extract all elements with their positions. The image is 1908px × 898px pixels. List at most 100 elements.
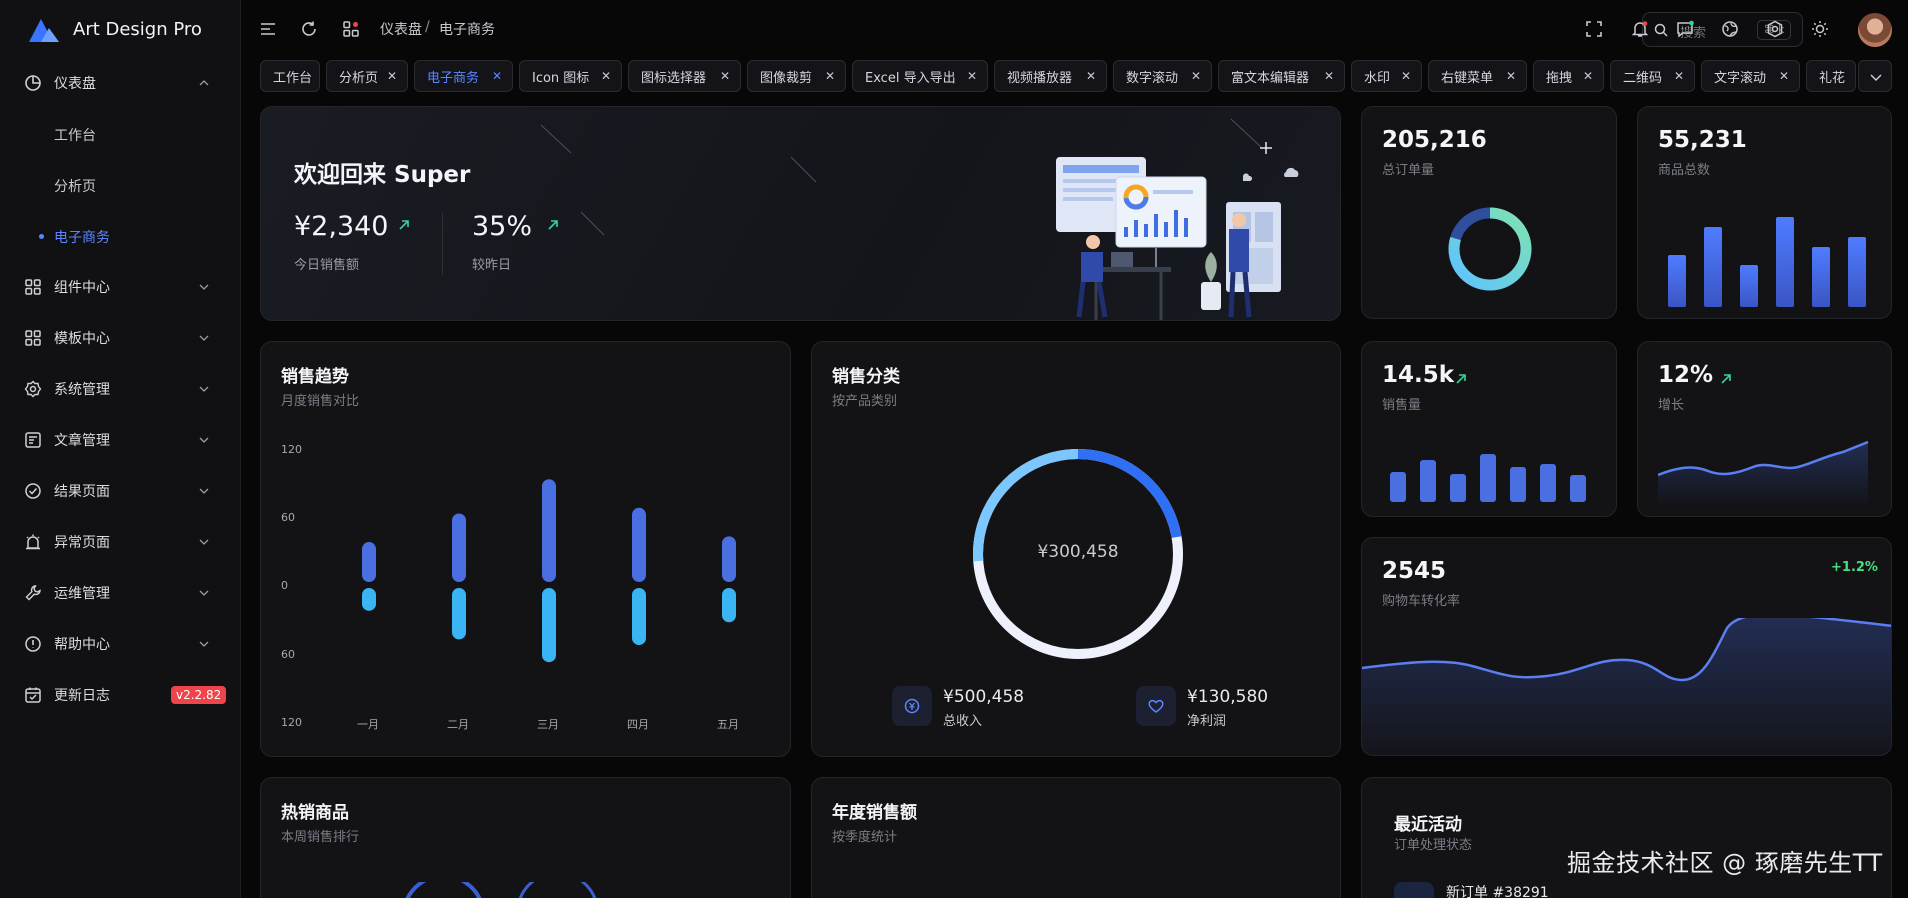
sidebar-item-components[interactable]: 组件中心 (0, 266, 241, 308)
tab-ecommerce[interactable]: 电子商务 ✕ (414, 60, 513, 92)
menu-toggle-icon[interactable] (259, 20, 277, 38)
sales-category-title: 销售分类 (832, 367, 900, 387)
info-circle-icon (25, 636, 41, 652)
profit-label: 净利润 (1187, 714, 1227, 729)
arrow-up-right-icon (1721, 374, 1731, 384)
close-icon[interactable]: ✕ (1401, 69, 1411, 83)
sidebar-subitem-analysis[interactable]: 分析页 (0, 164, 241, 206)
sidebar-item-exceptions[interactable]: 异常页面 (0, 521, 241, 563)
sidebar-item-label: 运维管理 (54, 586, 110, 602)
sidebar-item-ops[interactable]: 运维管理 (0, 572, 241, 614)
refresh-icon[interactable] (300, 20, 318, 38)
fullscreen-icon[interactable] (1585, 20, 1603, 38)
products-label: 商品总数 (1658, 163, 1711, 178)
orders-value: 205,216 (1382, 127, 1487, 153)
chevron-down-icon (199, 641, 209, 647)
language-icon[interactable] (1721, 20, 1739, 38)
today-sales-value: ¥2,340 (294, 211, 389, 242)
trend-bar-一月-1 (362, 588, 376, 611)
trend-bar-五月-1 (722, 588, 736, 623)
chat-icon[interactable] (1676, 20, 1694, 38)
chevron-down-icon (199, 386, 209, 392)
cart-value: 2545 (1382, 558, 1447, 584)
growth-card-label: 增长 (1658, 398, 1685, 413)
close-icon[interactable]: ✕ (387, 69, 397, 83)
donut-center-value: ¥300,458 (1037, 542, 1119, 562)
tab-context-menu[interactable]: 右键菜单 ✕ (1428, 60, 1527, 92)
orders-card: 205,216 总订单量 (1361, 106, 1617, 319)
profit-icon-box (1136, 686, 1176, 726)
sidebar-item-templates[interactable]: 模板中心 (0, 317, 241, 359)
cart-conversion-card: 2545 购物车转化率 +1.2% (1361, 537, 1892, 756)
trend-bar-二月-0 (452, 513, 466, 582)
tab-analysis[interactable]: 分析页 ✕ (326, 60, 408, 92)
tab-text-scroll[interactable]: 文字滚动 ✕ (1701, 60, 1800, 92)
growth-card-value: 12% (1658, 362, 1714, 388)
sidebar-item-help[interactable]: 帮助中心 (0, 623, 241, 665)
activity-item-title[interactable]: 新订单 #38291 (1446, 882, 1549, 898)
close-icon[interactable]: ✕ (720, 69, 730, 83)
tab-rich-editor[interactable]: 富文本编辑器 ✕ (1218, 60, 1345, 92)
sales-volume-label: 销售量 (1382, 398, 1422, 413)
sidebar-item-articles[interactable]: 文章管理 (0, 419, 241, 461)
avatar[interactable] (1858, 13, 1892, 47)
tab-workbench[interactable]: 工作台 (260, 60, 320, 92)
products-bar-chart (1668, 217, 1866, 307)
close-icon[interactable]: ✕ (825, 69, 835, 83)
today-sales-label: 今日销售额 (294, 258, 360, 273)
arrow-up-right-icon (1456, 374, 1466, 384)
heart-icon (1148, 699, 1164, 713)
sidebar-item-system[interactable]: 系统管理 (0, 368, 241, 410)
tab-fireworks[interactable]: 礼花 (1806, 60, 1856, 92)
sidebar-item-label: 仪表盘 (54, 76, 96, 92)
apps-icon[interactable] (342, 20, 360, 38)
active-dot (39, 234, 44, 239)
chevron-up-icon (199, 80, 209, 86)
close-icon[interactable]: ✕ (1191, 69, 1201, 83)
sidebar-item-label: 异常页面 (54, 535, 110, 551)
chevron-down-icon (199, 335, 209, 341)
close-icon[interactable]: ✕ (601, 69, 611, 83)
orders-label: 总订单量 (1382, 163, 1435, 178)
sidebar-item-label: 文章管理 (54, 433, 110, 449)
welcome-card: 欢迎回来 Super ¥2,340 今日销售额 35% 较昨日 (260, 106, 1341, 321)
bell-icon[interactable] (1631, 20, 1649, 38)
hot-products-subtitle: 本周销售排行 (281, 830, 360, 845)
tab-qrcode[interactable]: 二维码 ✕ (1610, 60, 1695, 92)
sun-icon[interactable] (1811, 20, 1829, 38)
sidebar-subitem-workbench[interactable]: 工作台 (0, 113, 241, 155)
tab-count-to[interactable]: 数字滚动 ✕ (1113, 60, 1212, 92)
close-icon[interactable]: ✕ (1779, 69, 1789, 83)
close-icon[interactable]: ✕ (1583, 69, 1593, 83)
tab-more-button[interactable] (1858, 60, 1892, 92)
chevron-down-icon (199, 539, 209, 545)
chevron-down-icon (199, 488, 209, 494)
sidebar-item-label: 组件中心 (54, 280, 110, 296)
settings-icon[interactable] (1766, 20, 1784, 38)
tab-drag[interactable]: 拖拽 ✕ (1533, 60, 1604, 92)
tab-image-crop[interactable]: 图像裁剪 ✕ (747, 60, 846, 92)
annual-sales-title: 年度销售额 (832, 803, 917, 823)
tab-watermark[interactable]: 水印 ✕ (1351, 60, 1422, 92)
close-icon[interactable]: ✕ (967, 69, 977, 83)
close-icon[interactable]: ✕ (1506, 69, 1516, 83)
close-icon[interactable]: ✕ (1324, 69, 1334, 83)
sidebar-item-label: 模板中心 (54, 331, 110, 347)
sidebar-item-results[interactable]: 结果页面 (0, 470, 241, 512)
trend-bar-三月-1 (542, 588, 556, 663)
sidebar-item-changelog[interactable]: 更新日志 v2.2.82 (0, 674, 241, 716)
hot-products-card: 热销商品 本周销售排行 (260, 777, 791, 898)
growth-card: 12% 增长 (1637, 341, 1892, 517)
calendar-check-icon (25, 687, 41, 703)
tab-icon-picker[interactable]: 图标选择器 ✕ (628, 60, 741, 92)
sidebar-subitem-ecommerce[interactable]: 电子商务 (0, 215, 241, 257)
close-icon[interactable]: ✕ (492, 69, 502, 83)
breadcrumb-item[interactable]: 仪表盘 (380, 19, 422, 39)
close-icon[interactable]: ✕ (1086, 69, 1096, 83)
close-icon[interactable]: ✕ (1674, 69, 1684, 83)
sidebar-item-dashboard[interactable]: 仪表盘 (0, 62, 241, 104)
grid-icon (25, 330, 41, 346)
tab-icons[interactable]: Icon 图标 ✕ (519, 60, 622, 92)
tab-excel[interactable]: Excel 导入导出 ✕ (852, 60, 988, 92)
tab-video-player[interactable]: 视频播放器 ✕ (994, 60, 1107, 92)
